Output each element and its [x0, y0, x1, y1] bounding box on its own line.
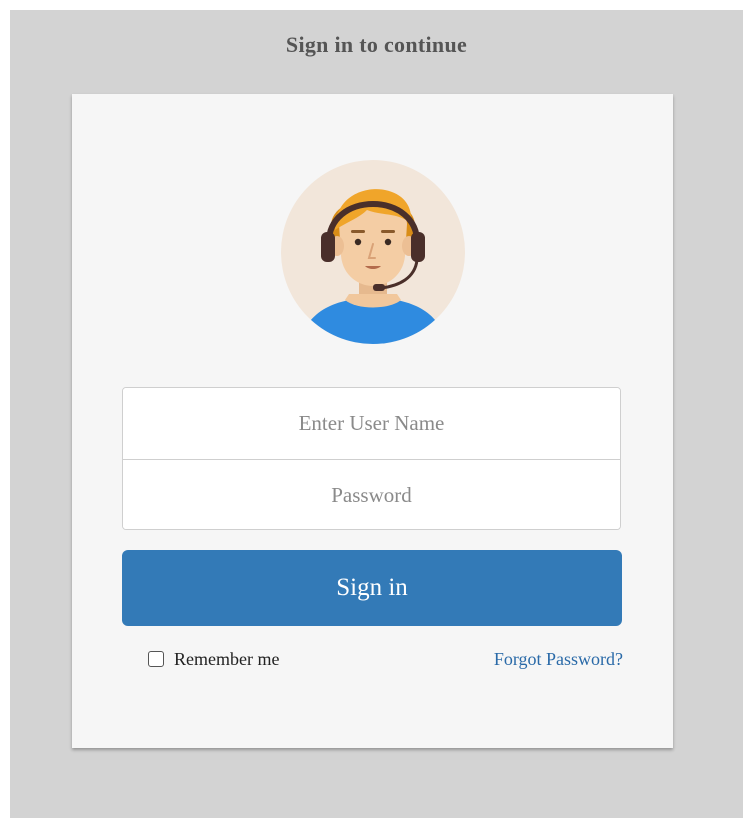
remember-me-row: Remember me — [148, 647, 279, 671]
remember-me-checkbox[interactable] — [148, 651, 164, 667]
page-heading: Sign in to continue — [285, 32, 468, 57]
remember-me-label: Remember me — [174, 648, 280, 669]
page-background: Sign in to continue Enter User Name Sign… — [10, 10, 743, 818]
sign-in-button[interactable]: Sign in — [122, 550, 622, 626]
username-input[interactable] — [123, 388, 620, 459]
login-card: Sign in Remember me Forgot Password? — [72, 94, 673, 748]
credentials-field-group — [122, 387, 621, 530]
password-input[interactable] — [123, 459, 620, 529]
support-agent-avatar-icon — [281, 160, 465, 344]
forgot-password-link[interactable]: Forgot Password? — [494, 647, 623, 671]
